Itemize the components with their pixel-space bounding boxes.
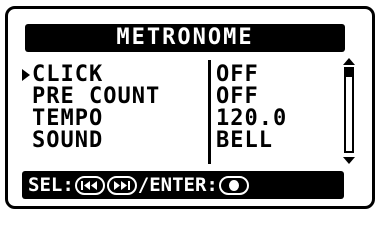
menu-item-sound[interactable]: SOUND [22, 130, 212, 152]
footer-separator: / [137, 173, 150, 196]
menu-item-pre-count[interactable]: PRE COUNT [22, 86, 212, 108]
menu-item-value: 120.0 [216, 106, 288, 131]
fast-forward-icon [106, 175, 137, 195]
menu-item-label: TEMPO [32, 106, 104, 131]
menu-item-label: CLICK [32, 62, 104, 87]
menu-item-value: OFF [216, 84, 259, 109]
menu-item-tempo[interactable]: TEMPO [22, 108, 212, 130]
scroll-up-arrow-icon [343, 58, 355, 65]
menu-value-click[interactable]: OFF [216, 64, 334, 86]
menu-item-label: PRE COUNT [32, 84, 161, 109]
menu-list: CLICK PRE COUNT TEMPO SOUND [22, 64, 212, 152]
column-divider [208, 60, 211, 164]
selection-cursor-icon [22, 65, 32, 85]
record-button-icon [218, 175, 249, 195]
menu-item-value: OFF [216, 62, 259, 87]
menu-item-label: SOUND [32, 128, 104, 153]
menu-value-sound[interactable]: BELL [216, 130, 334, 152]
menu-item-value: BELL [216, 128, 273, 153]
title-bar: METRONOME [25, 24, 345, 52]
select-label: SEL: [28, 173, 74, 196]
scroll-down-arrow-icon [343, 157, 355, 164]
screen-title: METRONOME [116, 25, 254, 50]
enter-label: ENTER: [149, 173, 218, 196]
menu-value-tempo[interactable]: 120.0 [216, 108, 334, 130]
menu-item-click[interactable]: CLICK [22, 64, 212, 86]
scroll-thumb[interactable] [346, 69, 352, 77]
scroll-track [344, 67, 354, 153]
value-list: OFF OFF 120.0 BELL [216, 64, 334, 152]
rewind-icon [74, 175, 105, 195]
menu-value-pre-count[interactable]: OFF [216, 86, 334, 108]
scrollbar[interactable] [342, 58, 356, 164]
footer-help-bar: SEL: / ENTER: [22, 171, 344, 199]
